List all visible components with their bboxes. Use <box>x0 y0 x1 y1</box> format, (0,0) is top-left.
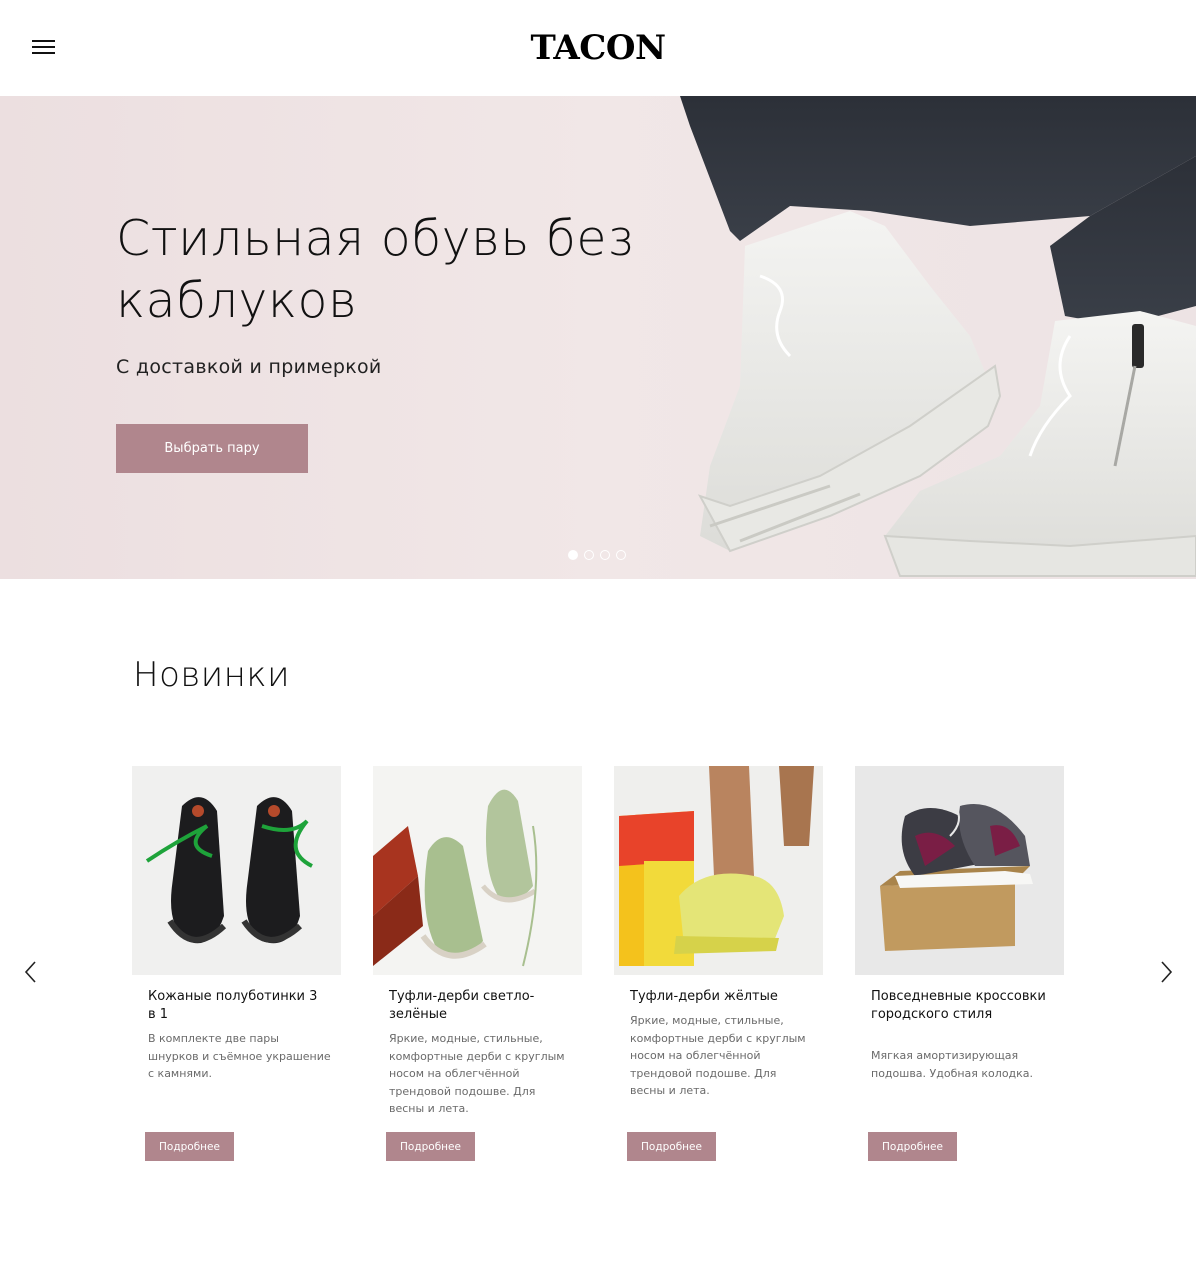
product-description: Яркие, модные, стильные, комфортные дерб… <box>630 1014 806 1097</box>
slider-dot-1[interactable] <box>568 550 578 560</box>
slider-dot-4[interactable] <box>616 550 626 560</box>
product-image[interactable] <box>614 766 823 975</box>
product-card[interactable]: Туфли-дерби светло-зелёные Яркие, модные… <box>373 766 582 1166</box>
product-title[interactable]: Кожаные полуботинки 3 в 1 <box>148 988 328 1023</box>
product-description: Яркие, модные, стильные, комфортные дерб… <box>389 1032 565 1115</box>
section-title: Новинки <box>133 655 290 695</box>
chevron-left-icon[interactable] <box>20 958 44 986</box>
product-card[interactable]: Туфли-дерби жёлтые Яркие, модные, стильн… <box>614 766 823 1166</box>
details-button[interactable]: Подробнее <box>627 1132 716 1161</box>
product-image[interactable] <box>373 766 582 975</box>
slider-dots <box>568 550 626 560</box>
product-title[interactable]: Туфли-дерби жёлтые <box>630 988 810 1006</box>
site-logo[interactable]: TACON <box>0 28 1196 68</box>
product-image[interactable] <box>855 766 1064 975</box>
slider-dot-2[interactable] <box>584 550 594 560</box>
details-button[interactable]: Подробнее <box>386 1132 475 1161</box>
product-card[interactable]: Кожаные полуботинки 3 в 1 В комплекте дв… <box>132 766 341 1166</box>
details-button[interactable]: Подробнее <box>868 1132 957 1161</box>
details-button[interactable]: Подробнее <box>145 1132 234 1161</box>
site-header: TACON <box>0 0 1196 96</box>
product-title[interactable]: Туфли-дерби светло-зелёные <box>389 988 569 1023</box>
product-description: Мягкая амортизирующая подошва. Удобная к… <box>871 1049 1034 1080</box>
hero-sneakers-image <box>680 96 1196 577</box>
slider-dot-3[interactable] <box>600 550 610 560</box>
product-card[interactable]: Повседневные кроссовки городского стиля … <box>855 766 1064 1166</box>
product-description: В комплекте две пары шнурков и съёмное у… <box>148 1032 331 1080</box>
product-title[interactable]: Повседневные кроссовки городского стиля <box>871 988 1051 1023</box>
choose-pair-button[interactable]: Выбрать пару <box>116 424 308 473</box>
hero-banner: Стильная обувь без каблуков С доставкой … <box>0 96 1196 579</box>
hero-subtitle: С доставкой и примеркой <box>116 356 382 378</box>
hero-title: Стильная обувь без каблуков <box>116 210 634 329</box>
chevron-right-icon[interactable] <box>1154 958 1178 986</box>
product-image[interactable] <box>132 766 341 975</box>
